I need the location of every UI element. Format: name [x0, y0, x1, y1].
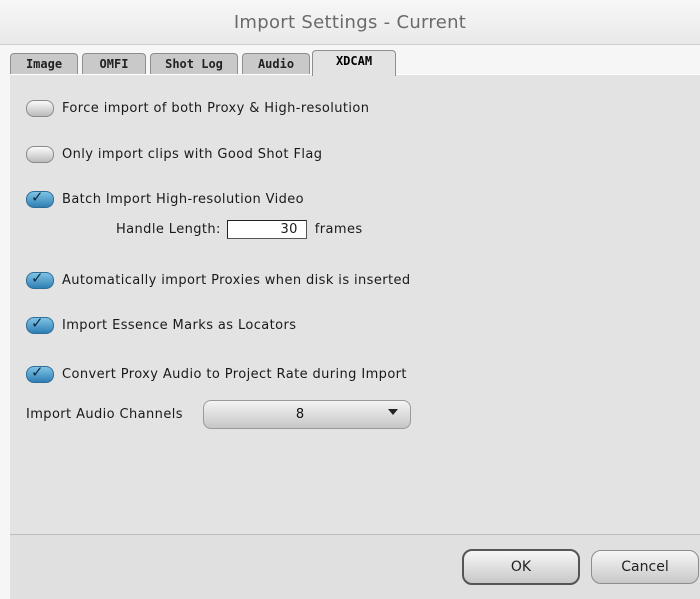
- checkbox[interactable]: [26, 146, 54, 163]
- handle-length-row: Handle Length: 30 frames: [116, 220, 363, 239]
- checkbox[interactable]: ✓: [26, 188, 54, 208]
- tab-audio[interactable]: Audio: [242, 53, 310, 74]
- checkmark-icon: ✓: [31, 363, 44, 381]
- checkbox[interactable]: ✓: [26, 363, 54, 383]
- tab-bar: Image OMFI Shot Log Audio XDCAM: [10, 50, 700, 76]
- option-convert-proxy-audio[interactable]: ✓ Convert Proxy Audio to Project Rate du…: [26, 363, 407, 383]
- handle-length-label: Handle Length:: [116, 222, 221, 237]
- tab-xdcam[interactable]: XDCAM: [312, 50, 396, 76]
- handle-length-input[interactable]: 30: [226, 220, 307, 239]
- handle-length-unit: frames: [314, 222, 363, 237]
- audio-channels-label-row: Import Audio Channels: [26, 407, 183, 422]
- window-title-bar: Import Settings - Current: [0, 0, 700, 45]
- option-label: Only import clips with Good Shot Flag: [62, 147, 323, 162]
- option-auto-import-proxies[interactable]: ✓ Automatically import Proxies when disk…: [26, 269, 411, 289]
- checkmark-icon: ✓: [31, 314, 44, 332]
- window-title: Import Settings - Current: [233, 11, 467, 33]
- checkmark-icon: ✓: [31, 188, 44, 206]
- option-good-shot-flag[interactable]: Only import clips with Good Shot Flag: [26, 146, 322, 163]
- checkbox[interactable]: ✓: [26, 314, 54, 334]
- option-batch-import[interactable]: ✓ Batch Import High-resolution Video: [26, 188, 305, 208]
- audio-channels-select[interactable]: 8: [203, 400, 411, 429]
- checkbox[interactable]: ✓: [26, 269, 54, 289]
- ok-button[interactable]: OK: [462, 549, 580, 585]
- chevron-down-icon: [388, 409, 398, 415]
- option-label: Import Essence Marks as Locators: [62, 318, 297, 333]
- cancel-button[interactable]: Cancel: [591, 550, 699, 584]
- tab-shot-log[interactable]: Shot Log: [150, 53, 238, 74]
- xdcam-settings-panel: [10, 74, 700, 535]
- tab-omfi[interactable]: OMFI: [82, 53, 146, 74]
- checkmark-icon: ✓: [31, 269, 44, 287]
- option-label: Convert Proxy Audio to Project Rate duri…: [62, 367, 407, 382]
- checkbox[interactable]: [26, 100, 54, 117]
- option-label: Batch Import High-resolution Video: [62, 192, 305, 207]
- audio-channels-value: 8: [295, 407, 305, 422]
- option-label: Force import of both Proxy & High-resolu…: [62, 101, 370, 116]
- option-label: Automatically import Proxies when disk i…: [62, 273, 411, 288]
- audio-channels-label: Import Audio Channels: [26, 407, 183, 422]
- option-force-import[interactable]: Force import of both Proxy & High-resolu…: [26, 100, 369, 117]
- option-essence-marks[interactable]: ✓ Import Essence Marks as Locators: [26, 314, 297, 334]
- tab-image[interactable]: Image: [10, 53, 78, 74]
